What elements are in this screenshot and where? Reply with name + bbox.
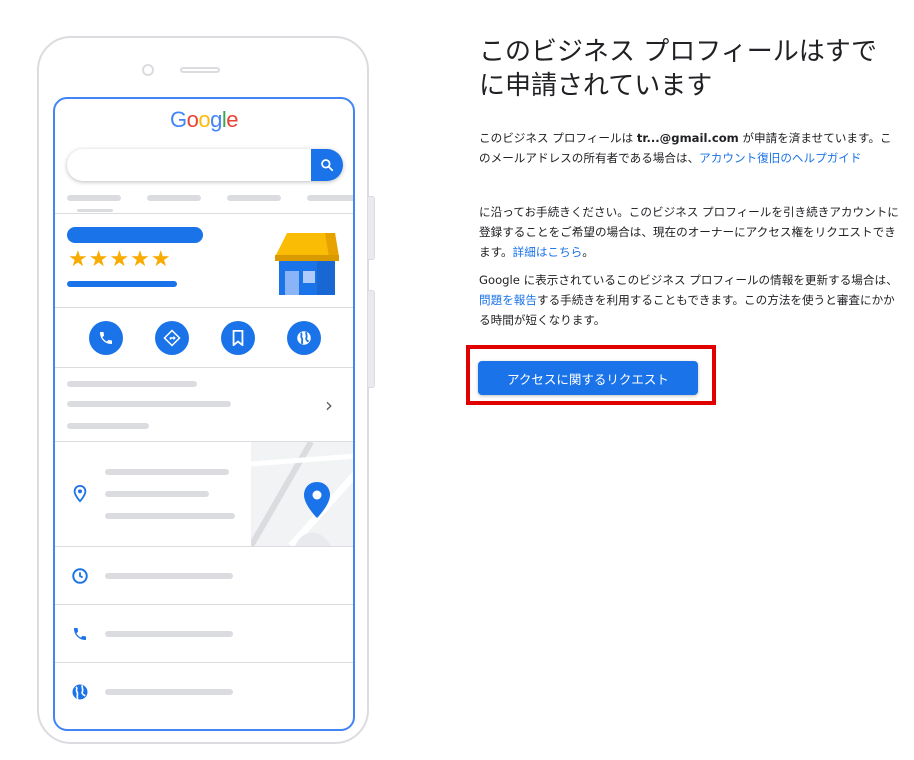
phone-speaker — [180, 67, 220, 73]
mock-search-bar — [67, 149, 343, 181]
phone-screen: Google ★★★★★ › — [53, 97, 355, 731]
placeholder-line — [105, 513, 235, 519]
rating-stars: ★★★★★ — [68, 247, 172, 272]
placeholder-line — [77, 209, 113, 212]
info-paragraph: に沿ってお手続きください。このビジネス プロフィールを引き続きアカウントに登録す… — [479, 202, 901, 262]
business-name-placeholder — [67, 227, 203, 243]
placeholder-line — [147, 195, 201, 201]
placeholder-line — [67, 195, 121, 201]
placeholder-line — [105, 491, 209, 497]
phone-side-button — [368, 196, 375, 260]
map-pin-icon — [304, 482, 330, 518]
google-logo: Google — [169, 107, 239, 132]
bookmark-icon — [221, 321, 255, 355]
phone-camera — [142, 64, 154, 76]
paragraph-text: このビジネス プロフィールは — [479, 131, 637, 145]
divider — [55, 213, 353, 214]
paragraph-text: する手続きを利用することもできます。この方法を使うと審査にかかる時間が短くなりま… — [479, 293, 895, 327]
business-detail-placeholder — [67, 281, 177, 287]
map-thumbnail — [251, 442, 353, 546]
page-title: このビジネス プロフィールはすでに申請されています — [479, 37, 878, 101]
phone-side-button — [368, 290, 375, 388]
divider — [55, 546, 353, 547]
learn-more-link[interactable]: 詳細はこちら — [513, 245, 583, 259]
paragraph-text: Google に表示されているこのビジネス プロフィールの情報を更新する場合は、 — [479, 273, 898, 287]
placeholder-line — [105, 631, 233, 637]
divider — [55, 367, 353, 368]
divider — [55, 307, 353, 308]
placeholder-line — [67, 401, 231, 407]
divider — [55, 662, 353, 663]
website-icon — [287, 321, 321, 355]
placeholder-line — [105, 689, 233, 695]
search-icon — [311, 149, 343, 181]
phone-icon — [89, 321, 123, 355]
placeholder-line — [307, 195, 353, 201]
paragraph-text: 。 — [582, 245, 594, 259]
chevron-right-icon: › — [325, 393, 333, 417]
divider — [55, 604, 353, 605]
clock-icon — [69, 565, 91, 587]
owner-email: tr...@gmail.com — [636, 131, 739, 145]
placeholder-line — [105, 469, 229, 475]
phone-icon — [69, 623, 91, 645]
placeholder-line — [227, 195, 281, 201]
storefront-icon — [275, 233, 339, 295]
info-paragraph: このビジネス プロフィールは tr...@gmail.com が申請を済ませてい… — [479, 128, 901, 168]
location-pin-icon — [69, 483, 91, 505]
placeholder-line — [67, 381, 197, 387]
placeholder-line — [105, 573, 233, 579]
directions-icon — [155, 321, 189, 355]
report-problem-link[interactable]: 問題を報告 — [479, 293, 537, 307]
globe-icon — [69, 681, 91, 703]
request-access-button[interactable]: アクセスに関するリクエスト — [478, 361, 698, 395]
info-paragraph: Google に表示されているこのビジネス プロフィールの情報を更新する場合は、… — [479, 270, 901, 330]
account-recovery-help-link[interactable]: アカウント復旧のヘルプガイド — [699, 151, 861, 165]
placeholder-line — [67, 423, 149, 429]
